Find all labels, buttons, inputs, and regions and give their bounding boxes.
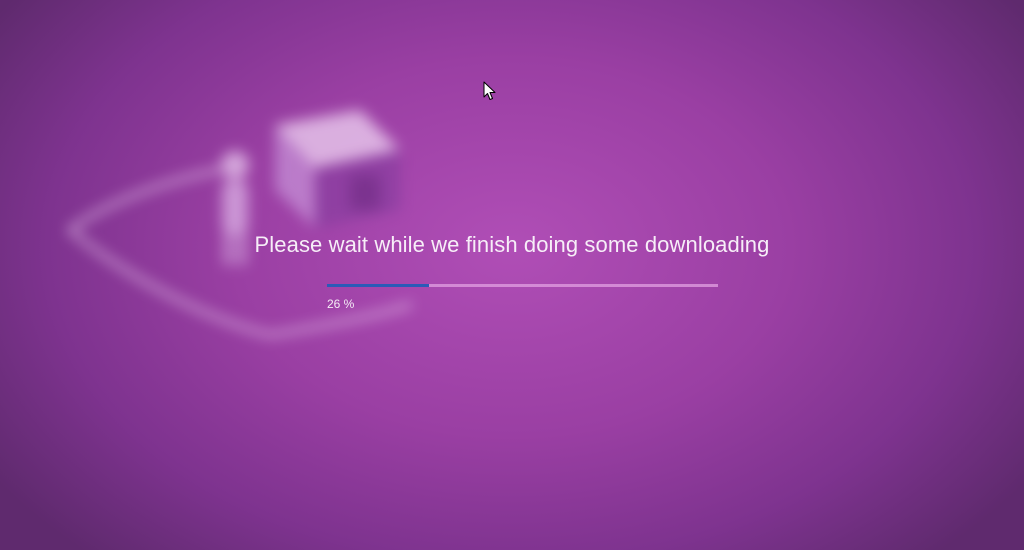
setup-screen: Please wait while we finish doing some d… <box>0 0 1024 550</box>
mouse-pointer-icon <box>483 81 497 101</box>
download-progress-bar <box>327 284 718 287</box>
progress-percent-label: 26 % <box>327 297 355 311</box>
background-illustration <box>50 90 470 350</box>
progress-bar-fill <box>327 284 429 287</box>
setup-status-message: Please wait while we finish doing some d… <box>254 232 770 257</box>
